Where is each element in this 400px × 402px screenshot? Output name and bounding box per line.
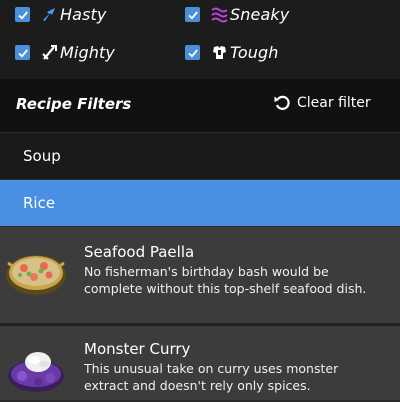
sneaky-icon	[211, 6, 228, 23]
filter-item-label: Rice	[23, 194, 56, 212]
recipe-title: Monster Curry	[84, 340, 191, 358]
effect-hasty[interactable]: Hasty	[15, 5, 106, 24]
recipe-description: This unusual take on curry uses monster …	[84, 361, 339, 393]
hasty-checkbox[interactable]	[15, 7, 30, 22]
sneaky-checkbox[interactable]	[185, 7, 200, 22]
checkmark-icon	[17, 48, 28, 57]
recipe-item-seafood-paella[interactable]: Seafood Paella No fisherman's birthday b…	[0, 227, 400, 323]
seafood-paella-image	[4, 241, 68, 301]
effect-label: Hasty	[60, 5, 107, 24]
hasty-icon	[41, 6, 58, 23]
checkmark-icon	[187, 10, 198, 19]
mighty-icon	[41, 44, 58, 61]
effect-mighty[interactable]: Mighty	[15, 43, 115, 62]
clear-filter-button[interactable]: Clear filter	[273, 94, 371, 112]
filter-item-soup[interactable]: Soup	[0, 133, 400, 179]
recipe-filters-title: Recipe Filters	[16, 95, 132, 113]
tough-checkbox[interactable]	[185, 45, 200, 60]
tough-icon	[211, 44, 228, 61]
effect-filter-panel: Hasty Sneaky Mighty Tough	[0, 0, 400, 79]
recipe-item-monster-curry[interactable]: Monster Curry This unusual take on curry…	[0, 326, 400, 400]
checkmark-icon	[187, 48, 198, 57]
filter-item-label: Soup	[23, 147, 61, 165]
effect-label: Sneaky	[230, 5, 290, 24]
filter-item-rice[interactable]: Rice	[0, 180, 400, 226]
recipe-title: Seafood Paella	[84, 243, 195, 261]
reset-icon	[274, 95, 290, 110]
effect-label: Mighty	[60, 43, 115, 62]
effect-sneaky[interactable]: Sneaky	[185, 5, 289, 24]
clear-filter-label: Clear filter	[297, 95, 371, 111]
effect-tough[interactable]: Tough	[185, 43, 279, 62]
monster-curry-image	[4, 338, 68, 398]
checkmark-icon	[17, 10, 28, 19]
mighty-checkbox[interactable]	[15, 45, 30, 60]
effect-label: Tough	[230, 43, 279, 62]
recipe-description: No fisherman's birthday bash would be co…	[84, 264, 367, 296]
